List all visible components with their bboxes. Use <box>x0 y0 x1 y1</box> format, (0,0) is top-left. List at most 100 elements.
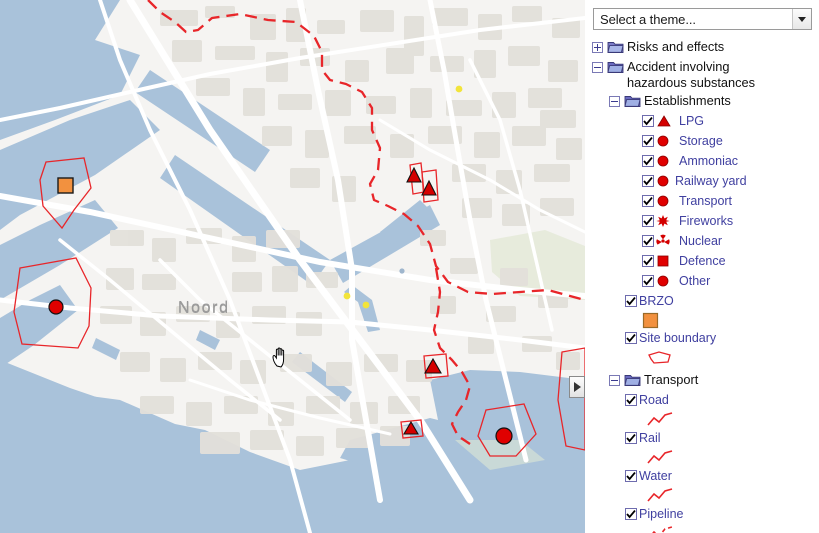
check-icon <box>643 157 653 166</box>
layer-item-other[interactable]: Other <box>586 272 819 292</box>
circle-red-icon <box>657 155 669 167</box>
layer-label: Site boundary <box>639 331 717 345</box>
layer-checkbox[interactable] <box>642 255 654 267</box>
triangle-red-icon <box>657 115 671 127</box>
trefoil-red-icon <box>656 234 670 245</box>
layer-label: LPG <box>679 114 705 128</box>
tree-node-transport[interactable]: Transport <box>586 371 819 391</box>
check-icon <box>626 434 636 443</box>
layer-label: Nuclear <box>679 234 723 248</box>
folder-open-icon <box>624 96 641 107</box>
layer-checkbox[interactable] <box>642 135 654 147</box>
layer-label: Railway yard <box>675 174 747 188</box>
layer-item-transport-establishment[interactable]: Transport <box>586 192 819 212</box>
collapse-toggle-minus-icon[interactable] <box>609 375 620 386</box>
layer-item-fireworks[interactable]: Fireworks <box>586 212 819 232</box>
tree-node-label: Establishments <box>644 93 731 108</box>
layer-item-defence[interactable]: Defence <box>586 252 819 272</box>
map-viewport[interactable]: Noord Noord <box>0 0 585 533</box>
line-red-swatch-icon <box>647 450 673 464</box>
layer-checkbox[interactable] <box>642 195 654 207</box>
layer-label: Road <box>639 393 669 407</box>
layer-swatch-road <box>586 411 819 429</box>
layer-item-lpg[interactable]: LPG <box>586 112 819 132</box>
layer-checkbox[interactable] <box>625 295 637 307</box>
layer-swatch-water <box>586 487 819 505</box>
layer-item-water[interactable]: Water <box>586 467 819 487</box>
square-red-icon <box>657 255 669 267</box>
layer-checkbox[interactable] <box>642 275 654 287</box>
check-icon <box>626 510 636 519</box>
layer-item-road[interactable]: Road <box>586 391 819 411</box>
legend-panel: Select a theme... Risks and effects Acci… <box>585 0 819 533</box>
line-red-swatch-icon <box>647 488 673 502</box>
map-canvas[interactable]: Noord <box>0 0 585 533</box>
square-orange-swatch-icon <box>642 312 659 329</box>
layer-checkbox[interactable] <box>625 470 637 482</box>
layer-checkbox[interactable] <box>625 394 637 406</box>
layer-checkbox[interactable] <box>625 432 637 444</box>
layer-label: Pipeline <box>639 507 684 521</box>
check-icon <box>626 297 636 306</box>
check-icon <box>643 117 653 126</box>
layer-checkbox[interactable] <box>642 155 654 167</box>
check-icon <box>643 237 653 246</box>
check-icon <box>643 217 653 226</box>
layer-swatch-site-boundary <box>586 349 819 367</box>
layer-item-nuclear[interactable]: Nuclear <box>586 232 819 252</box>
layer-label: Other <box>679 274 711 288</box>
tree-node-label: Transport <box>644 372 699 387</box>
tree-node-establishments[interactable]: Establishments <box>586 92 819 112</box>
starburst-red-icon <box>656 215 670 227</box>
layer-label: Storage <box>679 134 723 148</box>
circle-red-icon <box>657 275 669 287</box>
layer-item-brzo[interactable]: BRZO <box>586 292 819 312</box>
check-icon <box>643 257 653 266</box>
check-icon <box>643 137 653 146</box>
layer-item-ammoniac[interactable]: Ammoniac <box>586 152 819 172</box>
layer-swatch-rail <box>586 449 819 467</box>
map-application: Noord Noord Select a theme... Risks and … <box>0 0 819 533</box>
theme-selector-row: Select a theme... <box>593 8 812 30</box>
layer-item-pipeline[interactable]: Pipeline <box>586 505 819 525</box>
layer-label: Defence <box>679 254 726 268</box>
layer-checkbox[interactable] <box>642 175 654 187</box>
tree-node-accident-involving-hazardous-substances[interactable]: Accident involving hazardous substances <box>586 58 819 92</box>
chevron-down-icon <box>798 16 806 22</box>
layer-label: BRZO <box>639 294 674 308</box>
collapse-toggle-minus-icon[interactable] <box>592 62 603 73</box>
check-icon <box>643 177 653 186</box>
check-icon <box>626 472 636 481</box>
polygon-outline-red-swatch-icon <box>648 351 671 364</box>
check-icon <box>643 277 653 286</box>
layer-label: Fireworks <box>679 214 734 228</box>
layer-item-railway-yard[interactable]: Railway yard <box>586 172 819 192</box>
circle-red-icon <box>657 195 669 207</box>
check-icon <box>643 197 653 206</box>
layer-swatch-pipeline <box>586 525 819 533</box>
layer-tree: Risks and effects Accident involving haz… <box>586 38 819 533</box>
layer-swatch-brzo <box>586 312 819 329</box>
layer-checkbox[interactable] <box>642 115 654 127</box>
tree-node-risks-and-effects[interactable]: Risks and effects <box>586 38 819 58</box>
layer-checkbox[interactable] <box>625 332 637 344</box>
expand-panel-button[interactable] <box>569 376 585 398</box>
layer-checkbox[interactable] <box>625 508 637 520</box>
layer-checkbox[interactable] <box>642 215 654 227</box>
collapse-toggle-minus-icon[interactable] <box>609 96 620 107</box>
layer-checkbox[interactable] <box>642 235 654 247</box>
folder-icon <box>607 42 624 53</box>
expand-toggle-plus-icon[interactable] <box>592 42 603 53</box>
folder-open-icon <box>624 375 641 386</box>
map-label-noord: Noord <box>178 299 230 316</box>
theme-selector[interactable]: Select a theme... <box>593 8 812 30</box>
circle-red-icon <box>657 175 669 187</box>
layer-item-site-boundary[interactable]: Site boundary <box>586 329 819 349</box>
folder-open-icon <box>607 62 624 73</box>
tree-node-label: Accident involving hazardous substances <box>627 59 756 90</box>
layer-item-storage[interactable]: Storage <box>586 132 819 152</box>
triangle-right-icon <box>573 382 581 392</box>
layer-label: Ammoniac <box>679 154 739 168</box>
layer-item-rail[interactable]: Rail <box>586 429 819 449</box>
theme-selector-dropdown-button[interactable] <box>792 9 811 29</box>
